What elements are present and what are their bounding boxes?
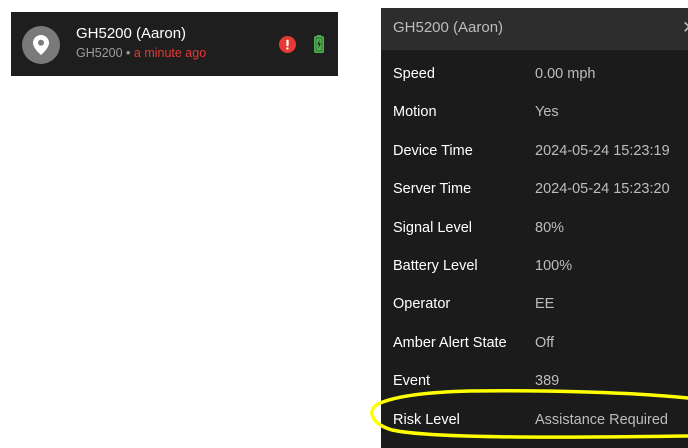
subtitle-separator: • [122,46,134,60]
close-icon[interactable]: ✕ [682,19,688,37]
attribute-value: Assistance Required [535,411,668,428]
attribute-value: 2024-05-24 15:23:19 [535,142,670,159]
attribute-row-motion: Motion Yes [381,93,688,131]
popup-title: GH5200 (Aaron) [393,19,504,36]
device-info-popup: GH5200 (Aaron) ✕ Speed 0.00 mph Motion Y… [381,8,688,448]
attribute-label: Amber Alert State [393,334,507,351]
device-list-item[interactable]: GH5200 (Aaron) GH5200 • a minute ago [11,12,338,76]
attribute-value: 389 [535,373,560,390]
attribute-row-speed: Speed 0.00 mph [381,55,688,93]
attribute-label: Operator [393,296,451,313]
attribute-row-event: Event 389 [381,362,688,400]
attribute-label: Server Time [393,181,472,198]
alert-icon [279,35,296,53]
attribute-value: 80% [535,219,565,236]
attribute-value: Off [535,334,555,351]
popup-header: GH5200 (Aaron) ✕ [381,8,688,50]
attribute-value: 2024-05-24 15:23:20 [535,181,670,198]
attribute-row-amber-alert-state: Amber Alert State Off [381,324,688,362]
attribute-table: Speed 0.00 mph Motion Yes Device Time 20… [381,55,688,439]
device-subtitle: GH5200 • a minute ago [76,45,206,61]
attribute-row-server-time: Server Time 2024-05-24 15:23:20 [381,170,688,208]
location-pin-icon [33,35,49,55]
battery-charging-icon [313,35,324,53]
attribute-value: Yes [535,104,559,121]
device-name: GH5200 (Aaron) [76,25,187,42]
attribute-label: Speed [393,66,435,82]
attribute-row-signal-level: Signal Level 80% [381,209,688,247]
device-avatar [22,26,60,64]
attribute-label: Risk Level [393,411,460,428]
attribute-label: Motion [393,104,437,121]
attribute-label: Battery Level [393,257,478,274]
attribute-row-risk-level: Risk Level Assistance Required [381,401,688,439]
attribute-label: Signal Level [393,219,472,236]
attribute-row-battery-level: Battery Level 100% [381,247,688,285]
device-id: GH5200 [76,46,123,60]
attribute-row-device-time: Device Time 2024-05-24 15:23:19 [381,132,688,170]
attribute-value: 100% [535,257,573,274]
attribute-value: 0.00 mph [535,66,596,82]
attribute-value: EE [535,296,555,313]
attribute-label: Event [393,373,431,390]
attribute-label: Device Time [393,142,473,159]
last-update-time: a minute ago [133,46,207,60]
attribute-row-operator: Operator EE [381,285,688,323]
